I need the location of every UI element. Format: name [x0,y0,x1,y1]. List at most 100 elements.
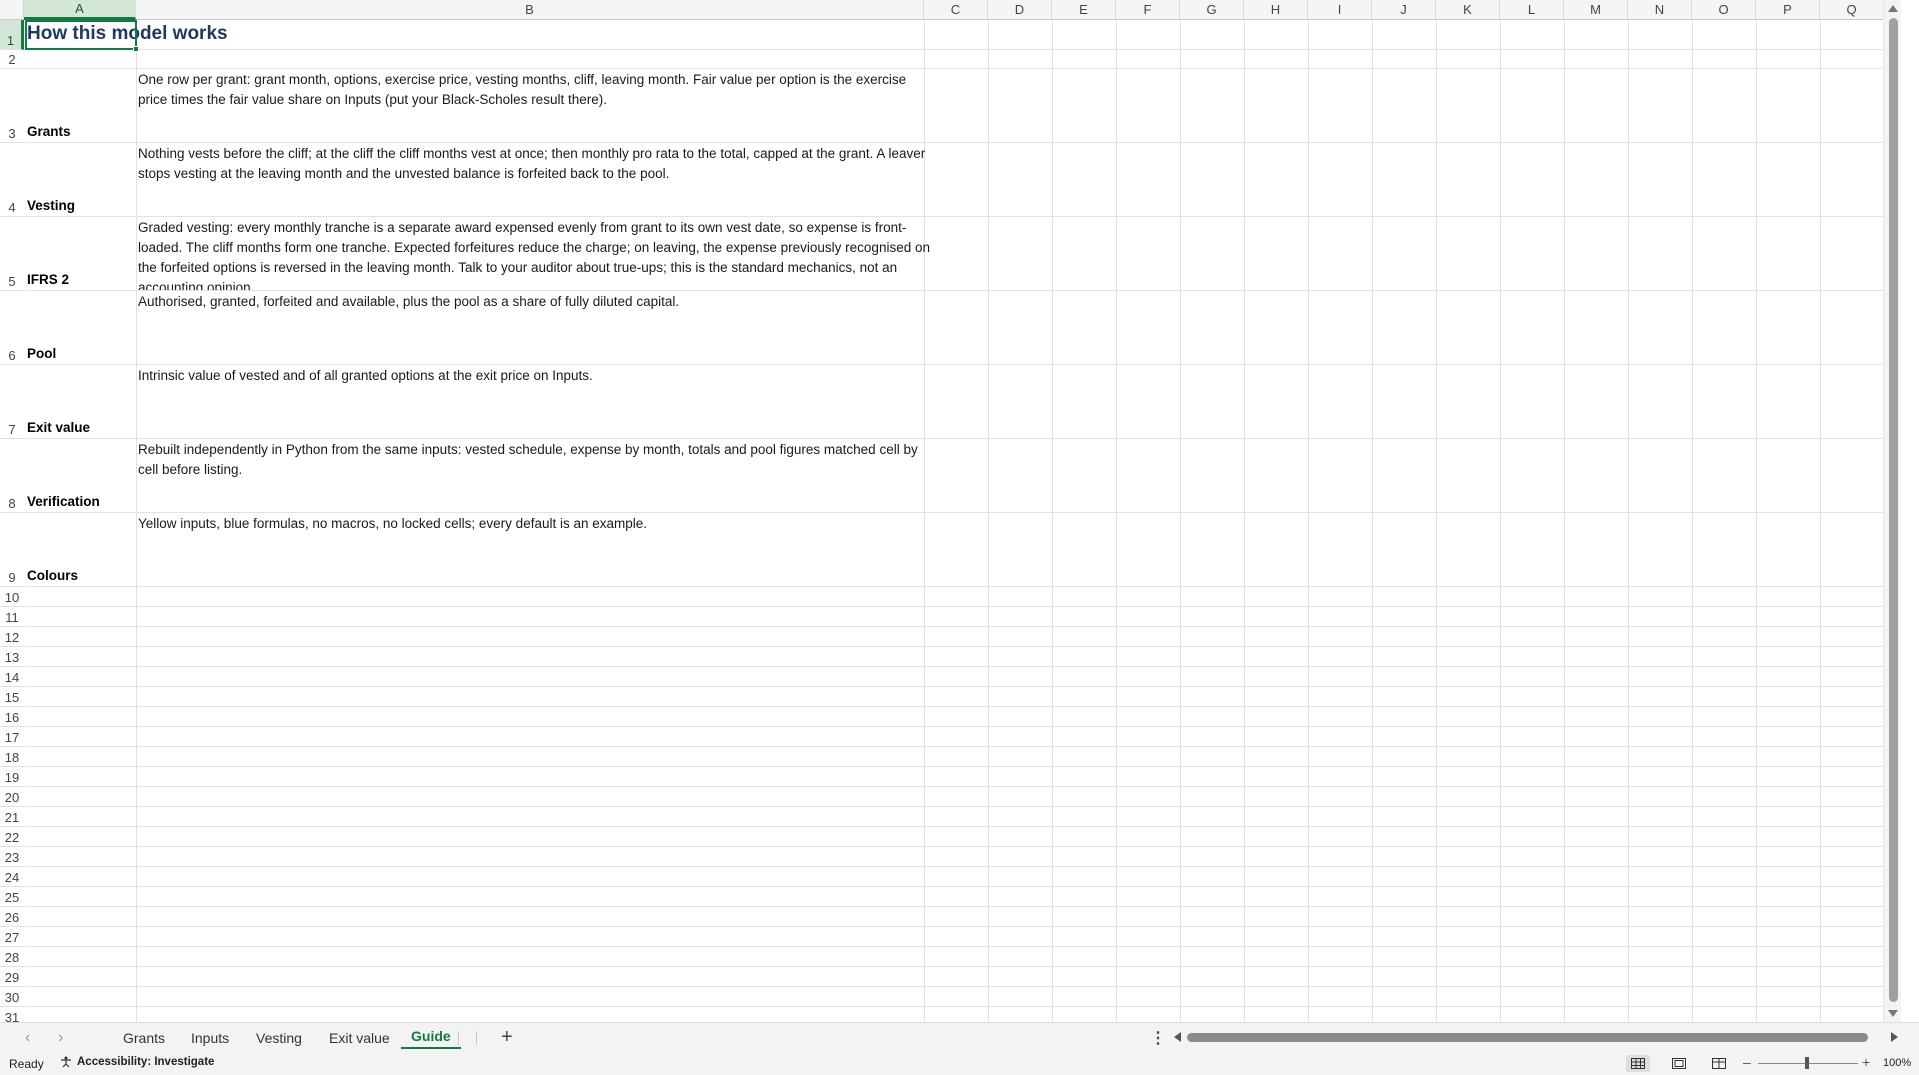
row-header-5[interactable]: 5 [0,217,24,291]
row-header-3[interactable]: 3 [0,69,24,143]
row-header-16[interactable]: 16 [0,707,24,727]
row-header-19[interactable]: 19 [0,767,24,787]
column-header-h[interactable]: H [1244,0,1308,20]
row-header-31[interactable]: 31 [0,1007,24,1022]
row-header-1[interactable]: 1 [0,20,24,50]
scroll-up-icon[interactable] [1888,5,1898,12]
column-header-e[interactable]: E [1052,0,1116,20]
tab-vesting[interactable]: Vesting [246,1027,312,1049]
row-header-8[interactable]: 8 [0,439,24,513]
row-header-27[interactable]: 27 [0,927,24,947]
gridline [25,726,1883,727]
row-header-13[interactable]: 13 [0,647,24,667]
tab-inputs[interactable]: Inputs [181,1027,239,1049]
zoom-slider-knob[interactable] [1805,1057,1809,1069]
column-header-o[interactable]: O [1692,0,1756,20]
section-label[interactable]: Colours [27,568,78,583]
worksheet-grid[interactable]: ABCDEFGHIJKLMNOPQ 1 2 3 4 5 6 7 8 9 10 11 12 13 14 15 1… [0,0,1901,1022]
add-sheet-button[interactable]: + [501,1026,513,1049]
row-header-14[interactable]: 14 [0,667,24,687]
column-header-f[interactable]: F [1116,0,1180,20]
section-label[interactable]: Grants [27,124,71,139]
fill-handle[interactable] [133,46,139,52]
scroll-down-icon[interactable] [1888,1010,1898,1017]
row-header-12[interactable]: 12 [0,627,24,647]
section-label[interactable]: Verification [27,494,100,509]
row-header-23[interactable]: 23 [0,847,24,867]
row-header-25[interactable]: 25 [0,887,24,907]
section-label[interactable]: Vesting [27,198,75,213]
column-header-p[interactable]: P [1756,0,1820,20]
row-header-30[interactable]: 30 [0,987,24,1007]
column-header-i[interactable]: I [1308,0,1372,20]
tab-exit-value[interactable]: Exit value [319,1027,400,1049]
ready-status: Ready [9,1057,44,1071]
row-header-21[interactable]: 21 [0,807,24,827]
column-header-c[interactable]: C [924,0,988,20]
row-header-29[interactable]: 29 [0,967,24,987]
tab-guide[interactable]: Guide [401,1023,461,1049]
row-header-26[interactable]: 26 [0,907,24,927]
gridline [25,866,1883,867]
row-header-17[interactable]: 17 [0,727,24,747]
section-description[interactable]: Graded vesting: every monthly tranche is… [138,218,938,290]
section-description[interactable]: Nothing vests before the cliff; at the c… [138,144,938,216]
gridline [25,706,1883,707]
select-all-corner[interactable] [0,0,24,20]
column-header-k[interactable]: K [1436,0,1500,20]
zoom-level[interactable]: 100% [1883,1057,1911,1069]
vertical-scrollbar[interactable] [1883,0,1901,1022]
cells-area[interactable]: Grants One row per grant: grant month, op… [25,20,1901,1022]
gridline [25,216,1883,217]
gridline [25,926,1883,927]
column-header-j[interactable]: J [1372,0,1436,20]
tab-scroll-right-icon[interactable]: › [58,1029,63,1047]
section-description[interactable]: Intrinsic value of vested and of all gra… [138,366,938,438]
section-label[interactable]: Exit value [27,420,90,435]
accessibility-icon [61,1056,71,1068]
horizontal-scrollbar[interactable] [1171,1030,1901,1044]
zoom-in-button[interactable]: + [1862,1054,1870,1070]
column-header-n[interactable]: N [1628,0,1692,20]
normal-view-button[interactable] [1626,1055,1650,1072]
column-header-l[interactable]: L [1500,0,1564,20]
horizontal-scroll-thumb[interactable] [1187,1033,1868,1042]
vertical-scroll-thumb[interactable] [1889,18,1898,1002]
row-header-2[interactable]: 2 [0,50,24,69]
row-header-6[interactable]: 6 [0,291,24,365]
gridline [25,142,1883,143]
section-description[interactable]: Authorised, granted, forfeited and avail… [138,292,938,364]
section-label[interactable]: IFRS 2 [27,272,69,287]
row-header-7[interactable]: 7 [0,365,24,439]
section-label[interactable]: Pool [27,346,56,361]
section-description[interactable]: Rebuilt independently in Python from the… [138,440,938,512]
page-break-view-button[interactable] [1707,1055,1731,1072]
row-header-4[interactable]: 4 [0,143,24,217]
row-header-10[interactable]: 10 [0,587,24,607]
column-header-d[interactable]: D [988,0,1052,20]
column-header-a[interactable]: A [24,0,136,20]
row-header-18[interactable]: 18 [0,747,24,767]
row-header-22[interactable]: 22 [0,827,24,847]
scroll-left-icon[interactable] [1174,1032,1181,1042]
more-options-icon[interactable]: ⋮ [1150,1028,1166,1048]
row-header-9[interactable]: 9 [0,513,24,587]
column-header-g[interactable]: G [1180,0,1244,20]
accessibility-status[interactable]: Accessibility: Investigate [60,1056,214,1068]
zoom-out-button[interactable]: – [1743,1054,1751,1070]
row-header-11[interactable]: 11 [0,607,24,627]
scroll-right-icon[interactable] [1891,1032,1898,1042]
tab-scroll-left-icon[interactable]: ‹ [25,1029,30,1047]
section-description[interactable]: Yellow inputs, blue formulas, no macros,… [138,514,938,586]
column-header-q[interactable]: Q [1820,0,1884,20]
column-header-b[interactable]: B [136,0,924,20]
section-description[interactable]: One row per grant: grant month, options,… [138,70,938,142]
row-header-15[interactable]: 15 [0,687,24,707]
column-header-m[interactable]: M [1564,0,1628,20]
row-header-24[interactable]: 24 [0,867,24,887]
active-cell-cursor[interactable] [25,20,139,52]
page-layout-view-button[interactable] [1667,1055,1691,1072]
row-header-28[interactable]: 28 [0,947,24,967]
row-header-20[interactable]: 20 [0,787,24,807]
tab-grants[interactable]: Grants [113,1027,175,1049]
